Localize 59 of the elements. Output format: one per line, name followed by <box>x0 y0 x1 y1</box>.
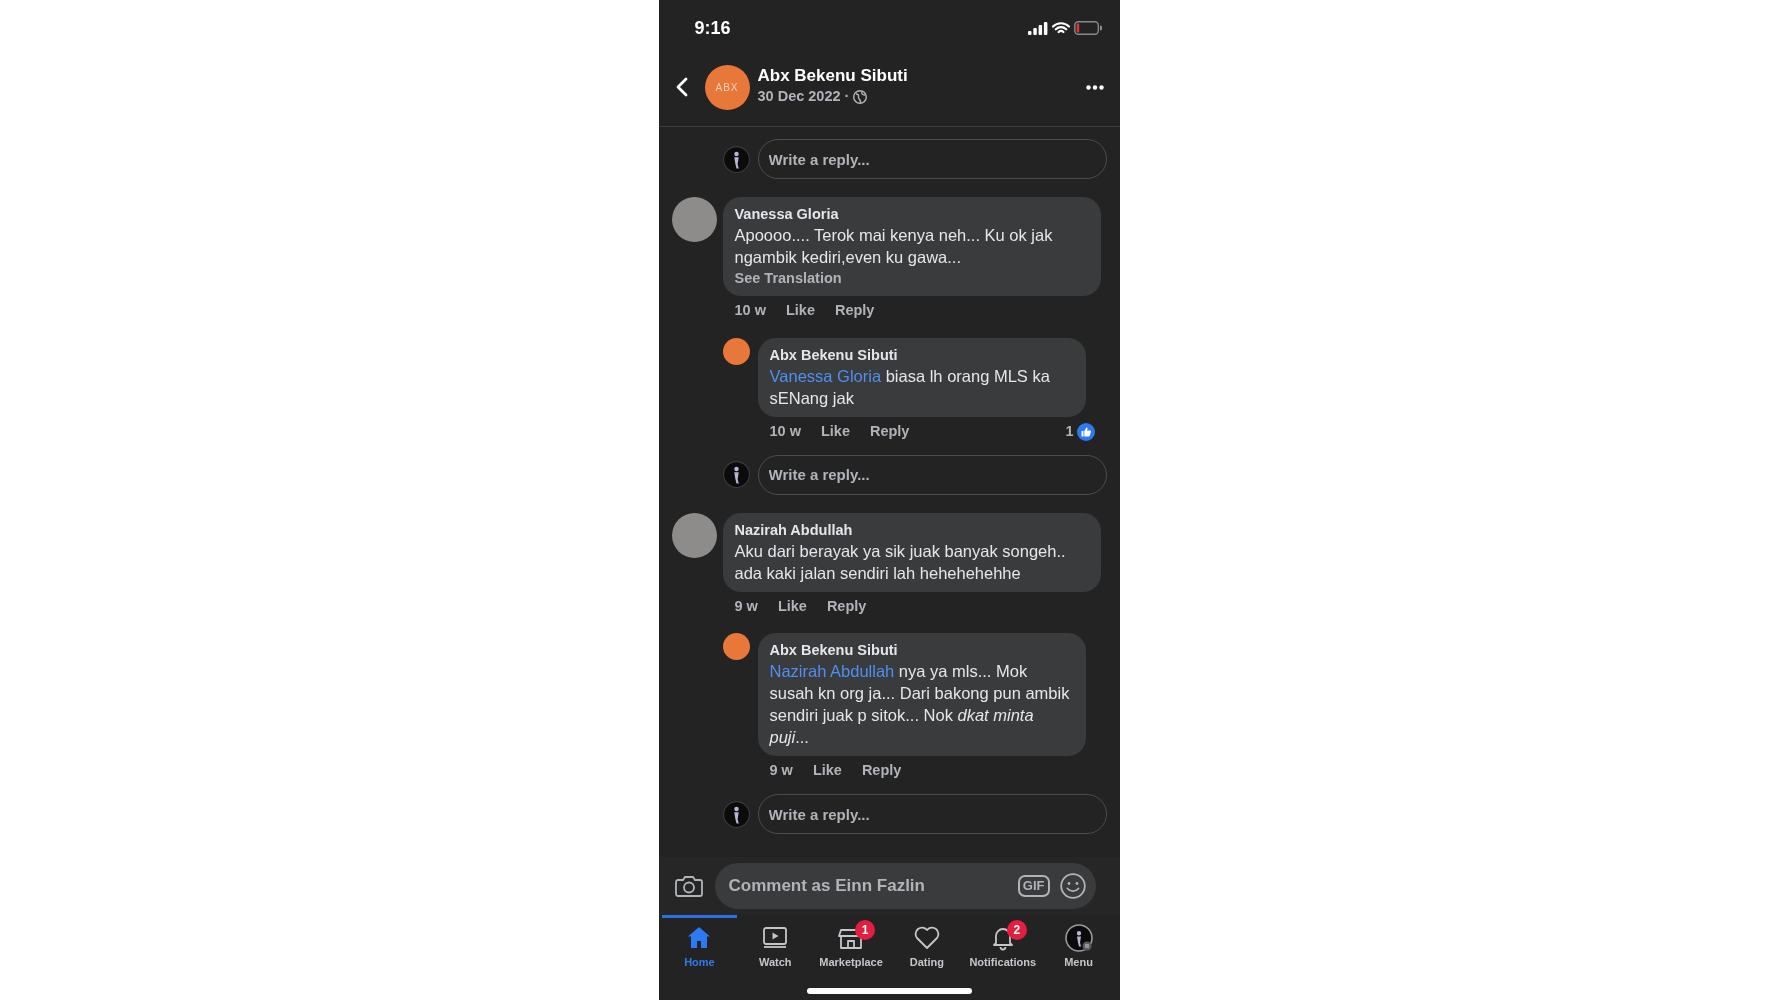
battery-icon <box>1073 21 1102 35</box>
comment-text: Apoooo.... Terok mai kenya neh... Ku ok jak ngambik kediri,even ku gawa... <box>734 225 1054 268</box>
mention-link[interactable]: Nazirah Abdullah <box>769 662 895 681</box>
nav-tab[interactable]: Notifications 2 <box>964 915 1041 986</box>
like-button[interactable]: Like <box>812 760 842 782</box>
nav-tab[interactable]: Marketplace 1 <box>813 915 889 986</box>
reaction-count: 1 <box>1065 421 1074 441</box>
signal-icon <box>1027 21 1048 35</box>
user-avatar <box>722 800 750 828</box>
profile-picture <box>671 197 717 242</box>
nav-tab[interactable]: Home <box>661 915 738 986</box>
clock-time: 9:16 <box>694 16 731 40</box>
reply-button[interactable]: Reply <box>834 300 875 322</box>
nav-tab[interactable]: Watch <box>737 915 814 986</box>
notification-count: 1 <box>855 920 876 940</box>
profile-avatar-icon <box>1064 924 1093 952</box>
comment-text: Vanessa Gloria biasa lh orang MLS ka sENang jak <box>769 365 1051 409</box>
comment-author: Nazirah Abdullah <box>734 520 854 540</box>
page-logo <box>722 633 750 661</box>
notification-count: 2 <box>1006 920 1027 940</box>
comment-text: Aku dari berayak ya sik juak banyak songeh.. ada kaki jalan sendiri lah hehehehehhe <box>734 540 1067 584</box>
comment-time: 10 w <box>769 421 801 441</box>
profile-picture <box>671 512 717 558</box>
comment-time: 9 w <box>734 596 758 616</box>
nav-tab[interactable]: Menu <box>1040 915 1117 986</box>
wifi-icon <box>1051 21 1070 35</box>
heart-icon <box>912 924 941 952</box>
reply-field[interactable]: Write a reply... <box>757 139 1107 179</box>
like-reaction-icon <box>1076 422 1095 441</box>
page-logo: ABX <box>704 64 750 110</box>
reply-button[interactable]: Reply <box>861 760 902 782</box>
more-button[interactable] <box>1085 84 1104 90</box>
comment-time: 10 w <box>734 301 766 320</box>
comment-field[interactable]: Comment as Einn Fazlin GIF <box>714 863 1096 909</box>
camera-button[interactable] <box>674 874 703 898</box>
reply-button[interactable]: Reply <box>826 595 867 618</box>
nav-tab[interactable]: Dating <box>889 915 965 986</box>
reply-field[interactable]: Write a reply... <box>757 794 1107 834</box>
mention-link[interactable]: Vanessa Gloria <box>769 366 882 385</box>
page-logo <box>722 337 750 365</box>
user-avatar <box>722 145 750 173</box>
globe-icon <box>853 90 868 105</box>
like-button[interactable]: Like <box>777 595 807 618</box>
comment-author: Abx Bekenu Sibuti <box>769 345 899 365</box>
see-translation-link[interactable]: See Translation <box>734 268 842 288</box>
comment-text: Nazirah Abdullah nya ya mls... Mok susah kn org ja... Dari bakong pun ambik sendiri juak p sitok... Nok dkat minta puji... <box>769 661 1071 749</box>
gif-button[interactable]: GIF <box>1017 875 1050 897</box>
comment-author: Vanessa Gloria <box>734 205 840 224</box>
like-button[interactable]: Like <box>820 420 850 443</box>
reply-field[interactable]: Write a reply... <box>757 454 1107 495</box>
like-button[interactable]: Like <box>785 300 815 322</box>
back-button[interactable] <box>674 77 689 97</box>
user-avatar <box>722 461 750 488</box>
emoji-icon[interactable] <box>1059 873 1086 899</box>
reply-button[interactable]: Reply <box>869 420 910 443</box>
comment-time: 9 w <box>769 761 793 781</box>
post-date: 30 Dec 2022 · <box>757 87 850 107</box>
page-name: Abx Bekenu Sibuti <box>757 65 909 87</box>
comment-author: Abx Bekenu Sibuti <box>769 641 899 661</box>
